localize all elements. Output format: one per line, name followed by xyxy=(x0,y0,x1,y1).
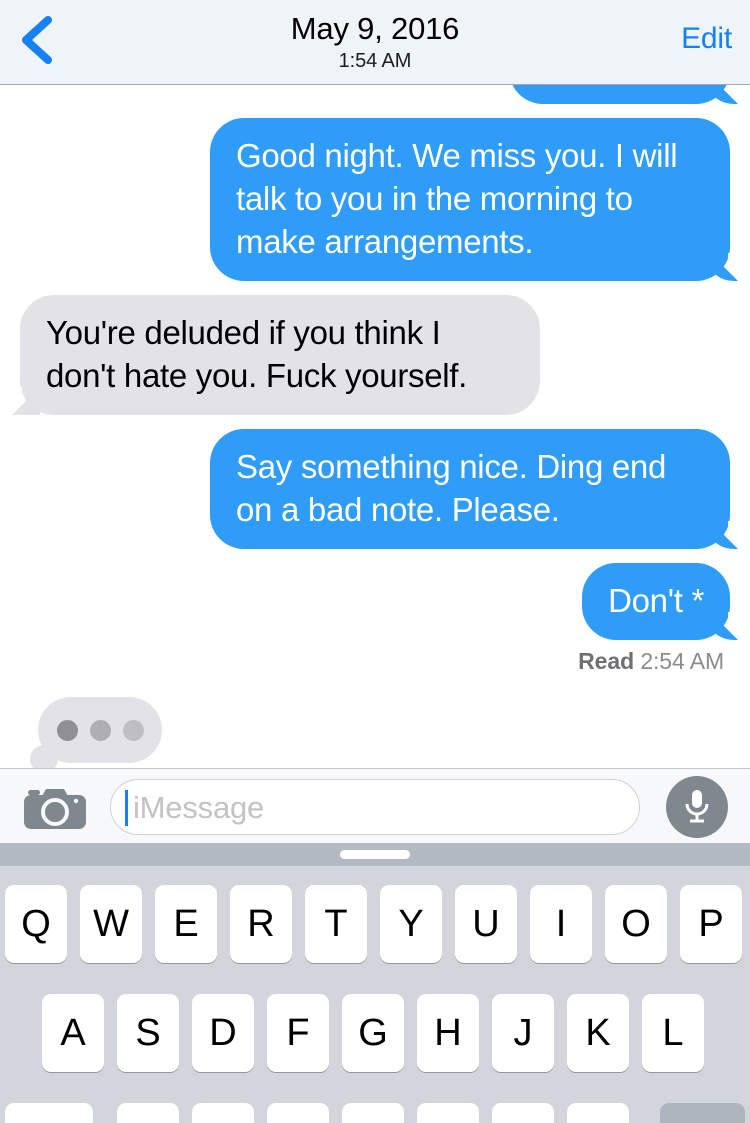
edit-button[interactable]: Edit xyxy=(681,22,732,56)
key-i[interactable]: I xyxy=(530,885,592,963)
message-list: three times. Good night. We miss you. I … xyxy=(0,85,750,768)
key-b[interactable]: B xyxy=(417,1103,479,1123)
key-u[interactable]: U xyxy=(455,885,517,963)
camera-icon xyxy=(22,789,88,837)
key-c[interactable]: C xyxy=(267,1103,329,1123)
key-w[interactable]: W xyxy=(80,885,142,963)
message-bubble-outgoing[interactable]: Good night. We miss you. I will talk to … xyxy=(210,118,750,281)
message-bubble-outgoing[interactable]: Don't * xyxy=(582,563,750,640)
message-input-bar: iMessage xyxy=(0,768,750,843)
message-row: Don't * xyxy=(0,563,750,640)
camera-button[interactable] xyxy=(22,785,92,833)
delivery-receipt-row: Read 2:54 AM xyxy=(0,648,750,675)
typing-indicator-icon xyxy=(30,697,190,768)
receipt-status: Read xyxy=(578,648,635,674)
navigation-bar: May 9, 2016 1:54 AM Edit xyxy=(0,0,750,85)
typing-indicator-row xyxy=(0,697,750,768)
key-n[interactable]: N xyxy=(492,1103,554,1123)
message-input-field[interactable]: iMessage xyxy=(110,779,640,835)
status-badge: Read 2:54 AM xyxy=(578,648,724,675)
keyboard-handle-bar[interactable] xyxy=(0,843,750,866)
message-row: Good night. We miss you. I will talk to … xyxy=(0,118,750,281)
timestamp-subtitle: 1:54 AM xyxy=(338,50,412,72)
key-o[interactable]: O xyxy=(605,885,667,963)
key-a[interactable]: A xyxy=(42,994,104,1072)
key-f[interactable]: F xyxy=(267,994,329,1072)
onscreen-keyboard: Q W E R T Y U I O P A S D F G H J K L xyxy=(0,866,750,1123)
message-bubble-outgoing[interactable]: Say something nice. Ding end on a bad no… xyxy=(210,429,750,549)
message-thread[interactable]: three times. Good night. We miss you. I … xyxy=(0,85,750,768)
keyboard-grab-handle[interactable] xyxy=(340,850,410,859)
text-cursor xyxy=(125,790,128,826)
typing-dot xyxy=(122,719,144,741)
key-d[interactable]: D xyxy=(192,994,254,1072)
key-e[interactable]: E xyxy=(155,885,217,963)
key-p[interactable]: P xyxy=(680,885,742,963)
key-g[interactable]: G xyxy=(342,994,404,1072)
message-input-placeholder: iMessage xyxy=(133,790,265,825)
key-x[interactable]: X xyxy=(192,1103,254,1123)
key-s[interactable]: S xyxy=(117,994,179,1072)
typing-dot xyxy=(56,719,78,741)
keyboard-row-1: Q W E R T Y U I O P xyxy=(0,885,750,963)
page-title: May 9, 2016 xyxy=(290,11,460,46)
key-m[interactable]: M xyxy=(567,1103,629,1123)
typing-dot xyxy=(89,719,111,741)
key-y[interactable]: Y xyxy=(380,885,442,963)
conversation-title-group: May 9, 2016 1:54 AM xyxy=(0,11,750,73)
message-bubble-incoming[interactable]: You're deluded if you think I don't hate… xyxy=(0,295,540,415)
key-t[interactable]: T xyxy=(305,885,367,963)
key-q[interactable]: Q xyxy=(5,885,67,963)
shift-arrow-icon xyxy=(31,1119,67,1123)
message-bubble-outgoing[interactable]: three times. xyxy=(509,85,750,104)
microphone-button[interactable] xyxy=(666,776,728,838)
key-z[interactable]: Z xyxy=(117,1103,179,1123)
messages-screen: May 9, 2016 1:54 AM Edit three times. Go… xyxy=(0,0,750,1123)
message-row: You're deluded if you think I don't hate… xyxy=(0,295,750,415)
key-r[interactable]: R xyxy=(230,885,292,963)
key-k[interactable]: K xyxy=(567,994,629,1072)
delete-key[interactable] xyxy=(660,1103,745,1123)
typing-tail-large xyxy=(30,745,58,768)
key-v[interactable]: V xyxy=(342,1103,404,1123)
message-row: three times. xyxy=(0,85,750,104)
shift-key[interactable] xyxy=(5,1103,93,1123)
key-j[interactable]: J xyxy=(492,994,554,1072)
message-row: Say something nice. Ding end on a bad no… xyxy=(0,429,750,549)
receipt-time: 2:54 AM xyxy=(640,648,724,674)
keyboard-row-2: A S D F G H J K L xyxy=(0,994,750,1072)
key-h[interactable]: H xyxy=(417,994,479,1072)
key-l[interactable]: L xyxy=(642,994,704,1072)
keyboard-row-3: Z X C V B N M xyxy=(0,1103,750,1123)
